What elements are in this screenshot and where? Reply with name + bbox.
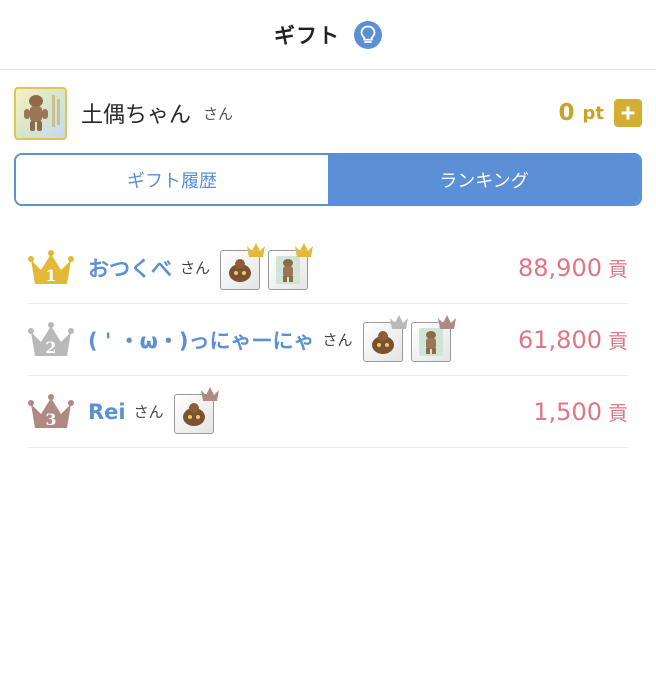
gift-badges: [173, 386, 222, 434]
ranking-row[interactable]: 2 ( ' ・ω・)っにゃーにゃ さん 61,800 貢: [28, 304, 628, 376]
user-honorific: さん: [322, 331, 353, 349]
bronze-crown-icon: [200, 386, 219, 401]
ranking-score: 1,500 貢: [533, 398, 628, 426]
header-bar: ギフト: [0, 0, 656, 70]
user-name: 土偶ちゃん: [81, 103, 192, 128]
rank-number: 1: [45, 266, 56, 285]
dogu-green-icon: [418, 327, 443, 356]
tab-bar: ギフト履歴 ランキング: [14, 153, 642, 206]
lightbulb-icon[interactable]: [354, 20, 382, 49]
tab-ranking[interactable]: ランキング: [328, 155, 640, 204]
user-name[interactable]: おつくべ: [88, 253, 172, 283]
haniwa-brown-icon: [371, 330, 394, 354]
silver-crown-icon: [389, 314, 408, 329]
plus-icon: [621, 106, 635, 120]
gold-crown-icon: 1: [28, 249, 74, 285]
user-honorific: さん: [133, 403, 164, 421]
ranking-list: 1 おつくべ さん 88,900 貢 2 ( ' ・ω・)っにゃーにゃ さん 6…: [28, 232, 628, 448]
gift-badge: [410, 314, 456, 362]
avatar[interactable]: [14, 86, 67, 140]
tab-gift-history[interactable]: ギフト履歴: [16, 155, 328, 204]
ranking-score: 88,900 貢: [518, 254, 628, 282]
points-unit: pt: [582, 102, 605, 124]
bronze-crown-icon: 3: [28, 393, 74, 429]
dogu-green-icon: [276, 255, 301, 284]
rank-number: 3: [45, 410, 56, 429]
ranking-score: 61,800 貢: [518, 326, 628, 354]
add-points-button[interactable]: [614, 99, 642, 127]
gift-badge: [173, 386, 219, 434]
ranking-row[interactable]: 1 おつくべ さん 88,900 貢: [28, 232, 628, 304]
bronze-crown-icon: [437, 314, 456, 329]
user-name[interactable]: ( ' ・ω・)っにゃーにゃ: [88, 325, 315, 355]
user-summary: 土偶ちゃん さん 0 pt: [14, 86, 642, 140]
rank-number: 2: [45, 338, 56, 357]
haniwa-brown-icon: [229, 258, 252, 282]
points-value: 0: [558, 100, 575, 126]
user-honorific: さん: [203, 104, 234, 123]
haniwa-brown-icon: [182, 402, 205, 426]
user-honorific: さん: [180, 259, 211, 277]
gift-badge: [268, 242, 314, 290]
gift-badge: [362, 314, 408, 362]
ranking-row[interactable]: 3 Rei さん 1,500 貢: [28, 376, 628, 448]
gift-badges: [220, 242, 316, 290]
gold-crown-icon: [295, 242, 314, 257]
gift-badge: [220, 242, 266, 290]
gold-crown-icon: [247, 242, 266, 257]
gift-badges: [362, 314, 459, 362]
points-display: 0 pt: [558, 99, 642, 127]
page-title: ギフト: [274, 23, 340, 48]
silver-crown-icon: 2: [28, 321, 74, 357]
user-name[interactable]: Rei: [88, 400, 126, 424]
